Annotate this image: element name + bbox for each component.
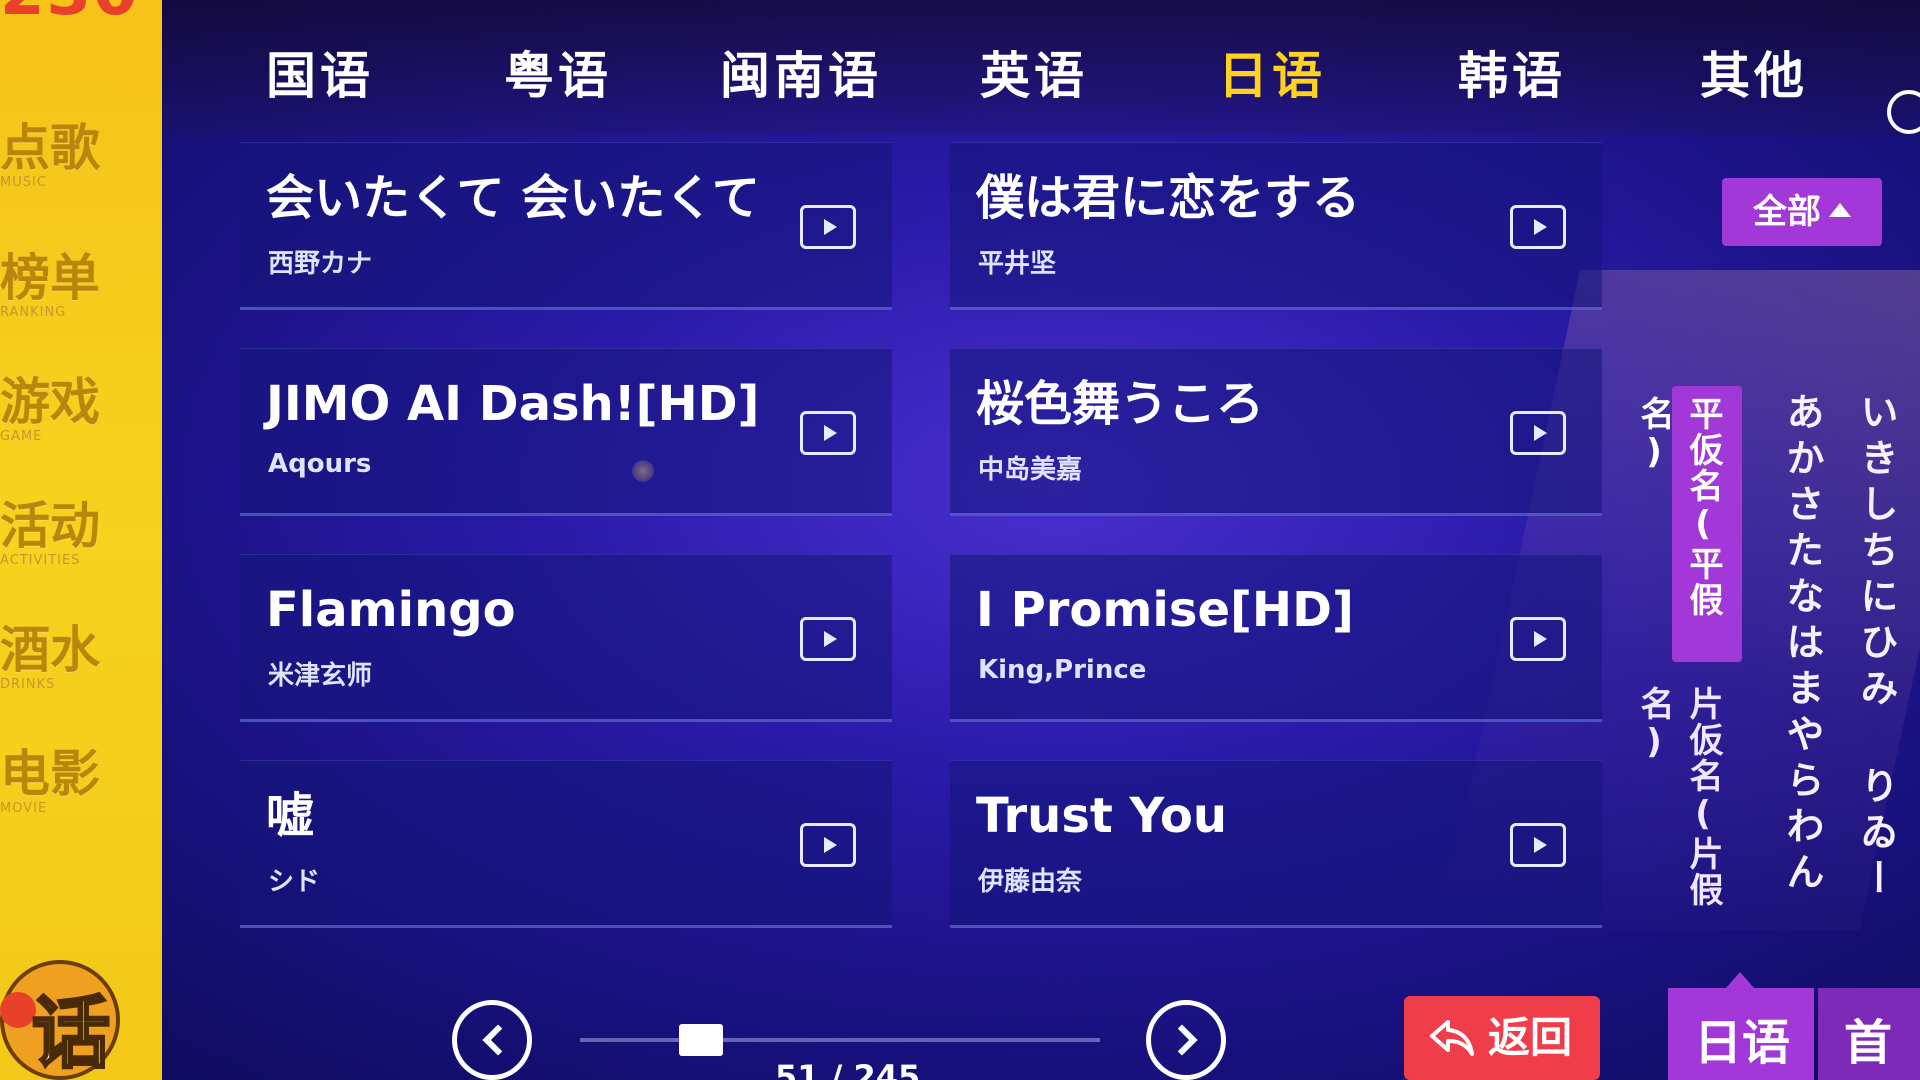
- song-title: JIMO AI Dash![HD]: [266, 376, 760, 432]
- page-slider-thumb[interactable]: [679, 1024, 723, 1056]
- brand-logo: 230: [0, 0, 138, 30]
- all-filter-button[interactable]: 全部: [1722, 178, 1882, 246]
- active-indicator: [1726, 972, 1754, 988]
- tab-japanese[interactable]: 日语: [1218, 38, 1326, 114]
- song-title: 僕は君に恋をする: [976, 170, 1361, 226]
- next-page-button[interactable]: [1146, 1000, 1226, 1080]
- sidebar-item-ranking[interactable]: 榜单 RANKING: [0, 250, 162, 320]
- sidebar-item-sublabel: RANKING: [0, 305, 67, 320]
- page-slider-track[interactable]: [580, 1038, 1100, 1042]
- sidebar-item-sublabel: GAME: [0, 429, 43, 444]
- back-button[interactable]: 返回: [1404, 996, 1600, 1080]
- song-artist: シド: [268, 867, 321, 897]
- song-artist: 平井坚: [978, 249, 1057, 279]
- sidebar-item-label: 榜单: [0, 249, 100, 307]
- sidebar-item-label: 活动: [0, 497, 100, 555]
- sidebar-item-label: 点歌: [0, 119, 100, 177]
- play-preview-icon[interactable]: [800, 411, 856, 455]
- play-preview-icon[interactable]: [1510, 617, 1566, 661]
- song-card[interactable]: I Promise[HD] King,Prince: [950, 554, 1602, 722]
- song-title: 嘘: [266, 788, 315, 844]
- song-title: 桜色舞うころ: [976, 376, 1265, 432]
- song-card[interactable]: 桜色舞うころ 中岛美嘉: [950, 348, 1602, 516]
- language-tabs: 国语 粤语 闽南语 英语 日语 韩语 其他: [162, 38, 1920, 134]
- play-preview-icon[interactable]: [800, 823, 856, 867]
- song-title: Flamingo: [266, 582, 516, 638]
- play-preview-icon[interactable]: [1510, 205, 1566, 249]
- song-card[interactable]: Trust You 伊藤由奈: [950, 760, 1602, 928]
- sidebar-item-sublabel: MUSIC: [0, 175, 47, 190]
- song-card[interactable]: JIMO AI Dash![HD] Aqours: [240, 348, 892, 516]
- tab-english[interactable]: 英语: [980, 38, 1088, 114]
- song-artist: Aqours: [268, 449, 372, 479]
- back-label: 返回: [1488, 1013, 1573, 1062]
- sidebar-item-sublabel: DRINKS: [0, 677, 56, 692]
- previous-page-button[interactable]: [452, 1000, 532, 1080]
- song-artist: 西野カナ: [268, 249, 373, 279]
- all-filter-label: 全部: [1753, 192, 1821, 232]
- kana-initials-column-2[interactable]: いきしちにひみ りゐー: [1846, 392, 1906, 952]
- tab-initials[interactable]: 首拼: [1818, 988, 1920, 1080]
- mascot-text: 话: [32, 989, 110, 1079]
- sidebar-item-music[interactable]: 点歌 MUSIC: [0, 120, 162, 190]
- sidebar-item-game[interactable]: 游戏 GAME: [0, 374, 162, 444]
- sidebar-item-label: 游戏: [0, 373, 100, 431]
- page-indicator: 51 / 245: [775, 1058, 921, 1080]
- song-card[interactable]: Flamingo 米津玄师: [240, 554, 892, 722]
- back-arrow-icon: [1430, 1020, 1474, 1056]
- song-title: I Promise[HD]: [976, 582, 1354, 638]
- song-card[interactable]: 嘘 シド: [240, 760, 892, 928]
- caret-up-icon: [1829, 202, 1851, 217]
- song-artist: 中岛美嘉: [978, 455, 1083, 485]
- sidebar-item-movie[interactable]: 电影 MOVIE: [0, 746, 162, 816]
- sidebar-item-label: 电影: [0, 745, 100, 803]
- play-preview-icon[interactable]: [800, 205, 856, 249]
- tab-mandarin[interactable]: 国语: [266, 38, 374, 114]
- play-preview-icon[interactable]: [1510, 411, 1566, 455]
- tab-language-japanese[interactable]: 日语: [1668, 988, 1814, 1080]
- chevron-left-icon: [482, 1024, 514, 1056]
- play-preview-icon[interactable]: [800, 617, 856, 661]
- song-card[interactable]: 会いたくて 会いたくて 西野カナ: [240, 142, 892, 310]
- song-card[interactable]: 僕は君に恋をする 平井坚: [950, 142, 1602, 310]
- sidebar-item-drinks[interactable]: 酒水 DRINKS: [0, 622, 162, 692]
- chevron-right-icon: [1166, 1024, 1198, 1056]
- song-title: Trust You: [976, 788, 1228, 844]
- sidebar-item-label: 酒水: [0, 621, 100, 679]
- tab-hiragana[interactable]: 平仮名(平假名): [1634, 386, 1742, 662]
- song-title: 会いたくて 会いたくて: [266, 170, 760, 226]
- tab-hokkien[interactable]: 闽南语: [720, 38, 882, 114]
- sidebar-item-sublabel: ACTIVITIES: [0, 553, 81, 568]
- tab-cantonese[interactable]: 粤语: [504, 38, 612, 114]
- sidebar: 230 点歌 MUSIC 榜单 RANKING 游戏 GAME 活动 ACTIV…: [0, 0, 162, 1080]
- song-artist: 伊藤由奈: [978, 867, 1083, 897]
- tab-katakana[interactable]: 片仮名(片假名): [1634, 676, 1742, 936]
- mascot-image: 话: [0, 940, 120, 1080]
- song-artist: King,Prince: [978, 655, 1147, 685]
- sidebar-item-sublabel: MOVIE: [0, 801, 48, 816]
- tab-other[interactable]: 其他: [1700, 38, 1808, 114]
- song-artist: 米津玄师: [268, 661, 373, 691]
- sidebar-item-activities[interactable]: 活动 ACTIVITIES: [0, 498, 162, 568]
- play-preview-icon[interactable]: [1510, 823, 1566, 867]
- tab-korean[interactable]: 韩语: [1458, 38, 1566, 114]
- kana-initials-column-1[interactable]: あかさたなはまやらわん: [1772, 392, 1832, 952]
